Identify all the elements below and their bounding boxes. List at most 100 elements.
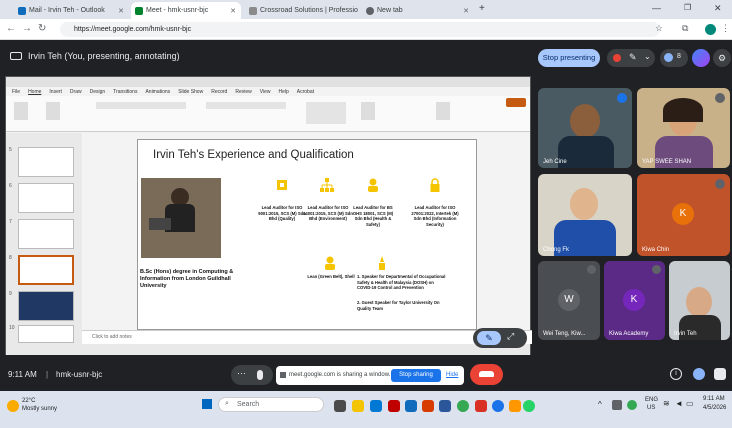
font-box[interactable] [96,102,186,109]
paragraph-box[interactable] [206,102,286,109]
windows-start-icon[interactable] [202,399,212,409]
taskbar-search[interactable]: ⌕ Search [218,397,324,412]
slide-thumb[interactable] [18,183,74,213]
menu-draw[interactable]: Draw [70,89,82,95]
shapes-gallery[interactable] [306,102,346,124]
menu-animations[interactable]: Animations [145,89,170,95]
editing-icon[interactable] [436,102,450,120]
mic-control[interactable]: ⋯ [231,365,273,385]
menu-view[interactable]: View [260,89,271,95]
menu-transitions[interactable]: Transitions [113,89,137,95]
maximize-icon[interactable]: ❐ [684,3,691,12]
task-view-icon[interactable] [334,400,346,412]
speaking-icon [617,93,627,103]
slide-thumb[interactable] [18,219,74,249]
slide-thumb[interactable] [18,291,74,321]
leave-call-button[interactable] [470,364,503,385]
tab-meet[interactable]: Meet - hmk-usnr-bjc ✕ [131,2,241,19]
menu-record[interactable]: Record [211,89,227,95]
more-icon[interactable]: ⋯ [237,368,246,379]
record-annotate-controls[interactable]: ✎ ⌄ [607,49,655,67]
annotate-icon[interactable]: ✎ [629,52,637,63]
chevron-down-icon[interactable]: ⌄ [644,52,651,61]
office-icon[interactable] [422,400,434,412]
participant-tile[interactable]: K Kiwa Chin [637,174,730,256]
reload-icon[interactable]: ↻ [38,23,46,34]
profile-avatar[interactable] [705,24,716,35]
menu-icon[interactable]: ⋮ [721,23,730,34]
record-icon[interactable] [613,54,621,62]
store-icon[interactable] [370,400,382,412]
star-icon[interactable]: ☆ [655,23,663,34]
slide-thumb[interactable] [18,147,74,177]
new-tab-icon[interactable]: + [479,3,485,14]
close-icon[interactable]: ✕ [118,7,124,15]
back-icon[interactable]: ← [6,23,16,34]
menu-file[interactable]: File [12,89,20,95]
file-explorer-icon[interactable] [352,400,364,412]
chat-icon[interactable] [714,368,726,380]
powerpoint-icon[interactable] [388,400,400,412]
menu-help[interactable]: Help [278,89,288,95]
participant-tile[interactable]: Chong Fk [538,174,632,256]
hide-link[interactable]: Hide [446,372,458,378]
mic-icon[interactable] [257,370,263,380]
extensions-icon[interactable]: ⧉ [682,23,688,34]
paste-icon[interactable] [14,102,28,120]
participant-tile[interactable]: Irvin Teh [669,261,730,340]
menu-home[interactable]: Home [28,89,41,95]
whatsapp-icon[interactable] [523,400,535,412]
word-icon[interactable] [439,400,451,412]
participant-tile[interactable]: K Kiwa Academy [604,261,665,340]
current-slide[interactable]: Irvin Teh's Experience and Qualification… [137,139,477,330]
slide-thumb-selected[interactable] [18,255,74,285]
tray-icon[interactable] [612,400,622,410]
participant-tile[interactable]: W Wei Teng, Kiw... [538,261,600,340]
close-window-icon[interactable]: ✕ [714,3,722,14]
menu-review[interactable]: Review [235,89,251,95]
outlook-icon[interactable] [405,400,417,412]
notes-pane[interactable]: Click to add notes [82,330,532,344]
participant-tile[interactable]: Jeh Cine [538,88,632,168]
menu-slideshow[interactable]: Slide Show [178,89,203,95]
tab-outlook[interactable]: Mail - Irvin Teh - Outlook ✕ [14,2,129,19]
slide-thumb[interactable] [18,325,74,343]
new-slide-icon[interactable] [46,102,60,120]
acrobat-icon[interactable] [475,400,487,412]
info-icon[interactable]: i [670,368,682,380]
close-icon[interactable]: ✕ [230,7,236,15]
forward-icon[interactable]: → [22,23,32,34]
stop-presenting-button[interactable]: Stop presenting [538,49,600,67]
menu-insert[interactable]: Insert [49,89,62,95]
menu-acrobat[interactable]: Acrobat [297,89,314,95]
url-field[interactable]: https://meet.google.com/hmk-usnr-bjc [60,22,660,37]
app-icon[interactable] [492,400,504,412]
tray-icon[interactable] [627,400,637,410]
battery-icon[interactable]: ▭ [686,399,694,408]
clock-date[interactable]: 4/5/2026 [703,405,726,411]
menu-design[interactable]: Design [90,89,106,95]
share-ppt-button[interactable] [506,98,526,107]
close-icon[interactable]: ✕ [463,7,469,15]
pen-tool-icon[interactable]: ✎ [477,331,501,345]
tab-newtab[interactable]: New tab ✕ [362,2,474,19]
participant-tile[interactable]: YAP SWEE SHAN [637,88,730,168]
gemini-icon[interactable] [692,49,710,67]
region[interactable]: US [647,405,655,411]
arrange-icon[interactable] [361,102,375,120]
chrome-icon[interactable] [457,400,469,412]
stop-sharing-button[interactable]: Stop sharing [391,369,441,382]
weather-icon[interactable] [7,400,19,412]
language[interactable]: ENG [645,397,658,403]
tab-crossroad[interactable]: Crossroad Solutions | Professio✕ [245,2,360,19]
volume-icon[interactable]: ◄ [675,399,683,408]
app-icon[interactable] [509,400,521,412]
people-icon[interactable] [693,368,705,380]
chevron-up-icon[interactable]: ^ [598,400,602,409]
participants-button[interactable]: 8 [660,49,688,67]
minimize-icon[interactable]: — [652,3,661,13]
clock-time[interactable]: 9:11 AM [703,396,725,402]
expand-icon[interactable]: ⤢ [507,331,514,342]
settings-icon[interactable]: ⚙ [713,49,731,67]
wifi-icon[interactable]: ≋ [663,399,670,408]
